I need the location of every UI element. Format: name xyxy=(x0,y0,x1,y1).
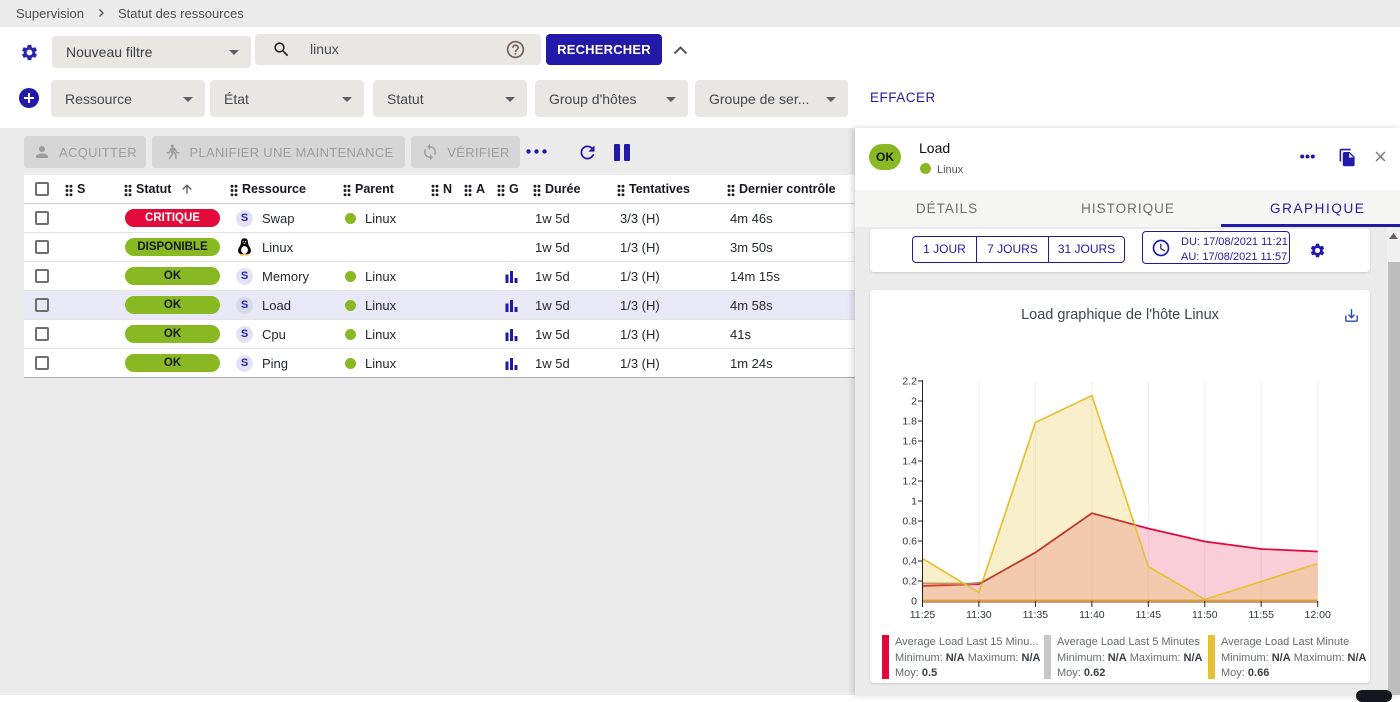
svg-text:11:25: 11:25 xyxy=(910,609,936,621)
svg-text:11:40: 11:40 xyxy=(1079,609,1105,621)
svg-text:1.2: 1.2 xyxy=(902,476,917,488)
svg-text:0.2: 0.2 xyxy=(902,576,917,588)
svg-text:1: 1 xyxy=(911,496,917,508)
svg-text:1.4: 1.4 xyxy=(902,456,917,468)
svg-text:0.8: 0.8 xyxy=(902,516,917,528)
svg-text:12:00: 12:00 xyxy=(1305,609,1331,621)
svg-text:2: 2 xyxy=(911,396,917,408)
svg-text:11:45: 11:45 xyxy=(1136,609,1162,621)
svg-text:1.6: 1.6 xyxy=(902,436,917,448)
svg-text:2.2: 2.2 xyxy=(902,376,917,388)
svg-text:11:50: 11:50 xyxy=(1192,609,1218,621)
svg-text:1.8: 1.8 xyxy=(902,416,917,428)
svg-text:11:35: 11:35 xyxy=(1023,609,1049,621)
svg-text:0: 0 xyxy=(911,596,917,608)
svg-text:0.6: 0.6 xyxy=(902,536,917,548)
svg-text:11:55: 11:55 xyxy=(1248,609,1274,621)
svg-text:0.4: 0.4 xyxy=(902,556,917,568)
svg-text:11:30: 11:30 xyxy=(966,609,992,621)
